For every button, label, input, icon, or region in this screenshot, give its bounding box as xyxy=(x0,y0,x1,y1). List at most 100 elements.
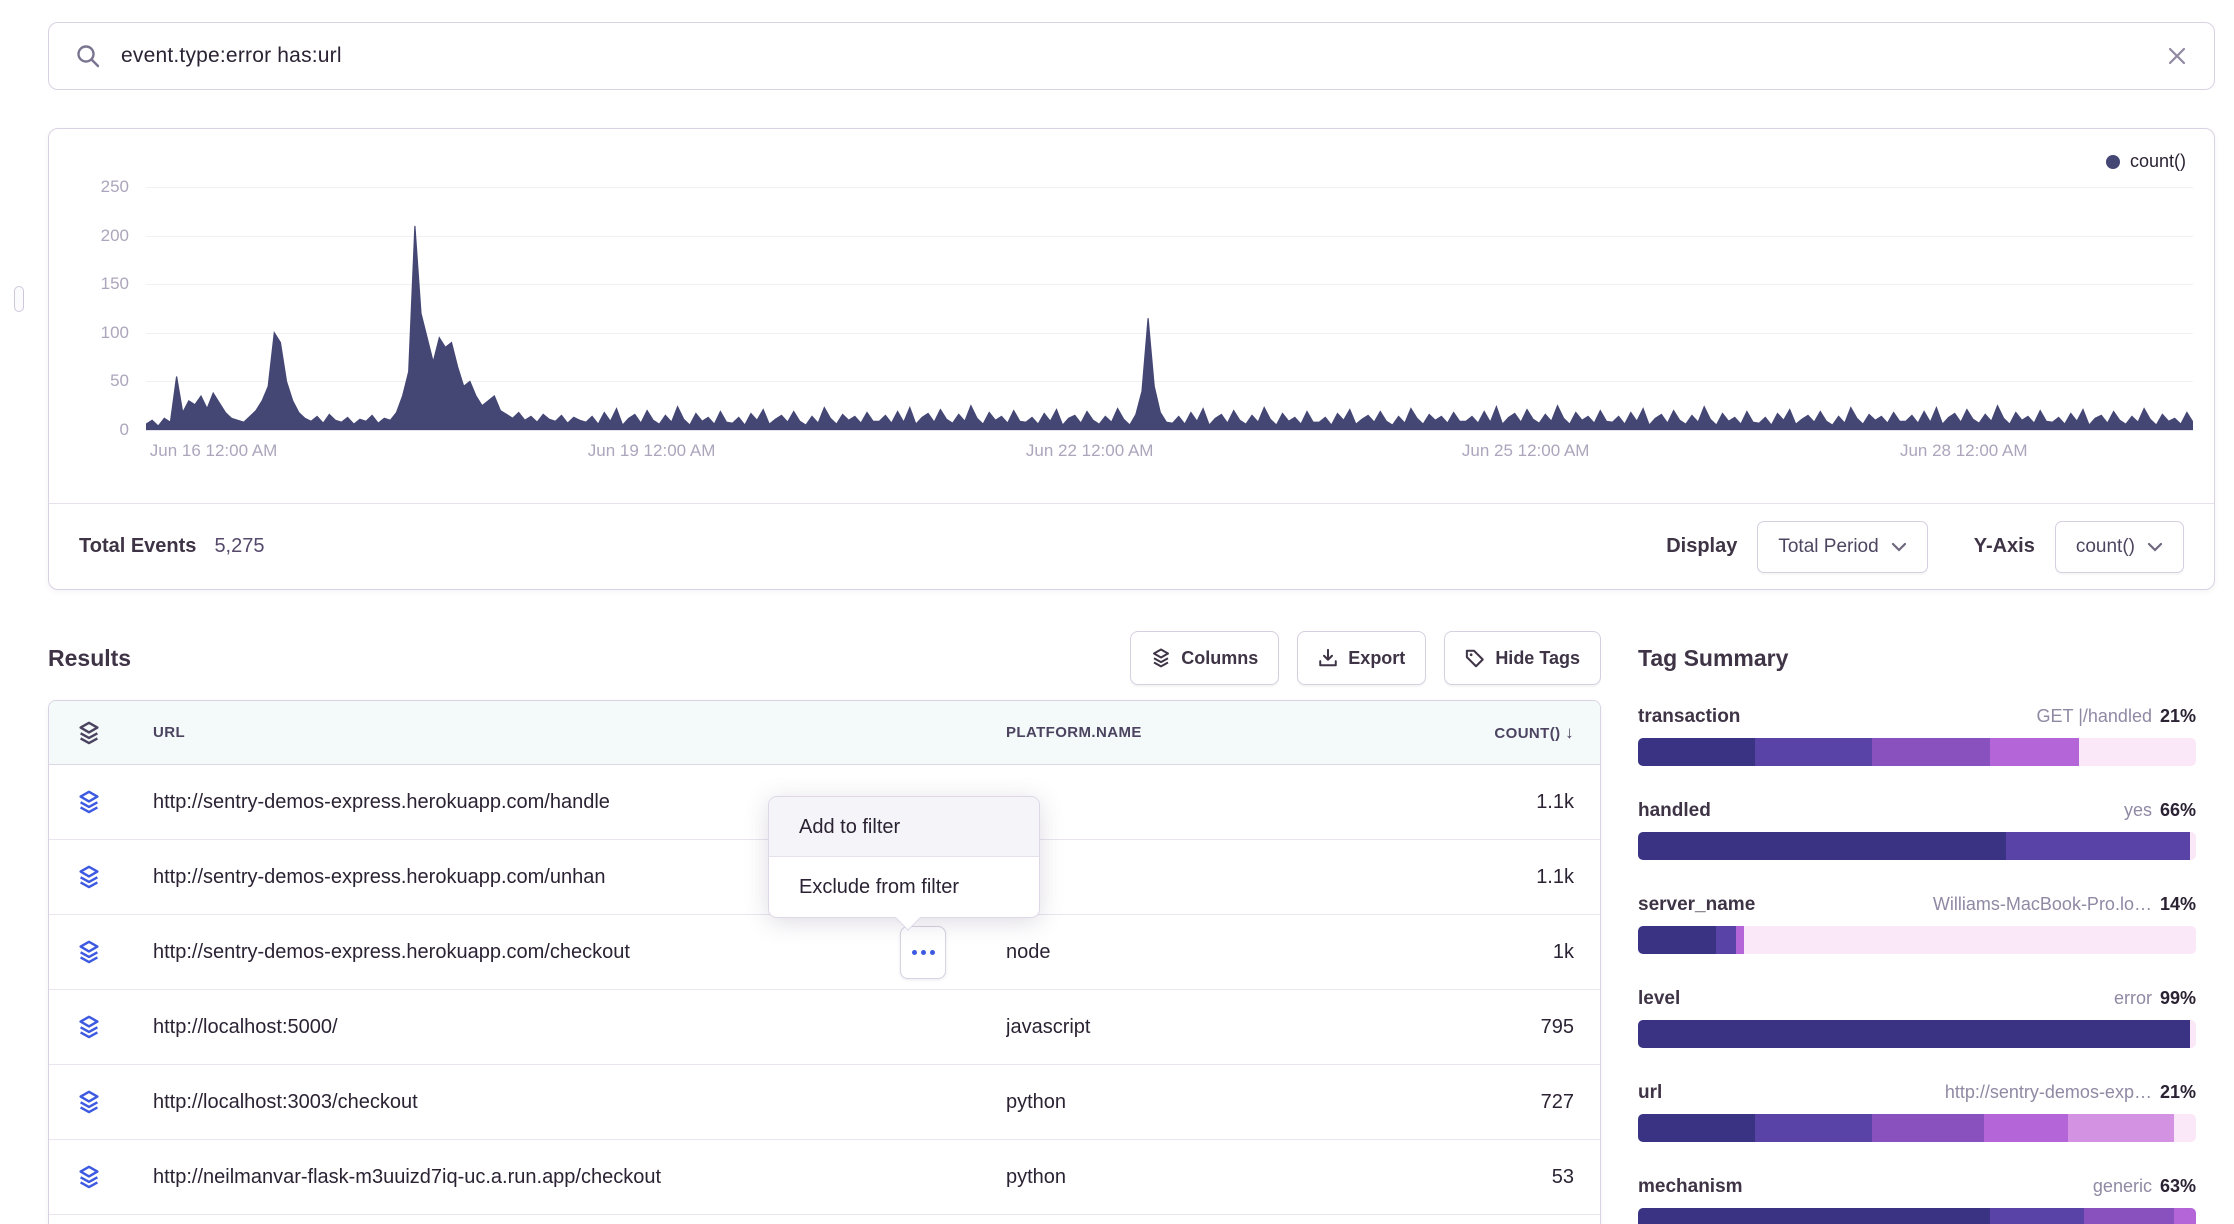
tag-distribution-bar[interactable] xyxy=(1638,1114,2196,1142)
display-select-value: Total Period xyxy=(1778,536,1878,558)
tag-bar-segment xyxy=(2190,832,2196,860)
row-platform-value: javascript xyxy=(1006,1016,1426,1039)
y-axis-tick-label: 0 xyxy=(49,419,129,441)
hide-tags-button[interactable]: Hide Tags xyxy=(1444,631,1601,685)
tag-bar-segment xyxy=(1872,738,1989,766)
row-platform-value: node xyxy=(1006,941,1426,964)
stack-icon[interactable] xyxy=(77,790,101,814)
table-header-row: URL PLATFORM.NAME COUNT() ↓ xyxy=(49,701,1600,765)
tag-row-url: url http://sentry-demos-exp…21% xyxy=(1638,1082,2196,1142)
events-area-chart[interactable]: 250200150100500Jun 16 12:00 AMJun 19 12:… xyxy=(49,129,2214,503)
tag-row-transaction: transaction GET |/handled21% xyxy=(1638,706,2196,766)
tag-bar-segment xyxy=(1638,832,2006,860)
row-url-link[interactable]: http://neilmanvar-flask-m3uuizd7iq-uc.a.… xyxy=(153,1166,1006,1189)
tag-name: mechanism xyxy=(1638,1176,1743,1198)
yaxis-label: Y-Axis xyxy=(1974,535,2035,558)
tag-row-server_name: server_name Williams-MacBook-Pro.lo…14% xyxy=(1638,894,2196,954)
table-row-partial xyxy=(49,1215,1600,1224)
tag-distribution-bar[interactable] xyxy=(1638,1208,2196,1224)
row-url-link[interactable]: http://localhost:3003/checkout xyxy=(153,1091,1006,1114)
tag-bar-segment xyxy=(1638,738,1755,766)
tag-top-value: yes xyxy=(2124,800,2152,820)
stack-icon[interactable] xyxy=(77,721,101,745)
tag-bar-segment xyxy=(2079,738,2196,766)
search-icon xyxy=(75,43,101,69)
panel-resize-handle[interactable] xyxy=(14,286,24,312)
tag-top-percent: 99% xyxy=(2160,988,2196,1008)
results-table: URL PLATFORM.NAME COUNT() ↓ http://sentr… xyxy=(48,700,1601,1224)
display-label: Display xyxy=(1666,535,1737,558)
table-row[interactable]: http://localhost:3003/checkout python 72… xyxy=(49,1065,1600,1140)
column-header-url[interactable]: URL xyxy=(153,724,1006,741)
tag-name: server_name xyxy=(1638,894,1755,916)
tag-distribution-bar[interactable] xyxy=(1638,738,2196,766)
search-input[interactable]: event.type:error has:url xyxy=(121,44,2166,68)
tag-top-value: http://sentry-demos-exp… xyxy=(1945,1082,2152,1102)
tag-name: transaction xyxy=(1638,706,1740,728)
tag-name: handled xyxy=(1638,800,1711,822)
tag-bar-segment xyxy=(2190,1020,2196,1048)
x-axis-tick-label: Jun 22 12:00 AM xyxy=(1026,441,1154,461)
tag-distribution-bar[interactable] xyxy=(1638,1020,2196,1048)
tag-row-level: level error99% xyxy=(1638,988,2196,1048)
row-actions-button[interactable] xyxy=(900,926,946,979)
tag-row-mechanism: mechanism generic 63% xyxy=(1638,1176,2196,1224)
chart-footer: Total Events 5,275 Display Total Period … xyxy=(49,503,2214,589)
tag-top-percent: 66% xyxy=(2160,800,2196,820)
discover-results-page: event.type:error has:url count() 250 200 1… xyxy=(0,0,2234,1224)
table-row[interactable]: http://neilmanvar-flask-m3uuizd7iq-uc.a.… xyxy=(49,1140,1600,1215)
table-row[interactable]: http://sentry-demos-express.herokuapp.co… xyxy=(49,915,1600,990)
columns-button[interactable]: Columns xyxy=(1130,631,1279,685)
tag-top-value: Williams-MacBook-Pro.lo… xyxy=(1933,894,2152,914)
tag-icon xyxy=(1465,648,1485,668)
x-axis-tick-label: Jun 28 12:00 AM xyxy=(1900,441,2028,461)
y-axis-tick-label: 200 xyxy=(49,225,129,247)
row-url-link[interactable]: http://sentry-demos-express.herokuapp.co… xyxy=(153,941,1006,964)
stack-icon[interactable] xyxy=(77,865,101,889)
row-count-value: 53 xyxy=(1426,1166,1600,1189)
column-header-platform[interactable]: PLATFORM.NAME xyxy=(1006,724,1426,741)
stack-icon[interactable] xyxy=(77,1015,101,1039)
row-count-value: 1k xyxy=(1426,941,1600,964)
stack-icon[interactable] xyxy=(77,1090,101,1114)
y-axis-tick-label: 250 xyxy=(49,176,129,198)
row-count-value: 727 xyxy=(1426,1091,1600,1114)
x-axis-tick-label: Jun 16 12:00 AM xyxy=(150,441,278,461)
tag-bar-segment xyxy=(1736,926,1744,954)
columns-button-label: Columns xyxy=(1181,648,1258,669)
stack-icon[interactable] xyxy=(77,1165,101,1189)
yaxis-select[interactable]: count() xyxy=(2055,521,2184,573)
chevron-down-icon xyxy=(1891,542,1907,552)
search-bar[interactable]: event.type:error has:url xyxy=(48,22,2215,90)
row-url-link[interactable]: http://localhost:5000/ xyxy=(153,1016,1006,1039)
tag-bar-segment xyxy=(1984,1114,2068,1142)
tag-bar-segment xyxy=(1872,1114,1984,1142)
total-events-label: Total Events xyxy=(79,535,196,558)
row-platform-value: python xyxy=(1006,1091,1426,1114)
stack-icon xyxy=(1151,648,1171,668)
tag-bar-segment xyxy=(1744,926,2196,954)
export-button[interactable]: Export xyxy=(1297,631,1426,685)
tag-bar-segment xyxy=(2068,1114,2174,1142)
column-header-count[interactable]: COUNT() ↓ xyxy=(1426,723,1600,743)
table-row[interactable]: http://localhost:5000/ javascript 795 xyxy=(49,990,1600,1065)
tag-distribution-bar[interactable] xyxy=(1638,832,2196,860)
y-axis-tick-label: 150 xyxy=(49,273,129,295)
results-header: Results Columns Export xyxy=(48,631,1601,685)
display-select[interactable]: Total Period xyxy=(1757,521,1927,573)
tag-bar-segment xyxy=(1755,1114,1872,1142)
clear-search-icon[interactable] xyxy=(2166,45,2188,67)
tag-top-percent: 63% xyxy=(2160,1176,2196,1196)
tag-bar-segment xyxy=(2174,1208,2196,1224)
tag-bar-segment xyxy=(1990,1208,2085,1224)
chevron-down-icon xyxy=(2147,542,2163,552)
tag-bar-segment xyxy=(1638,926,1716,954)
tag-bar-segment xyxy=(1755,738,1872,766)
tag-top-value: generic xyxy=(2093,1176,2152,1196)
tag-distribution-bar[interactable] xyxy=(1638,926,2196,954)
stack-icon[interactable] xyxy=(77,940,101,964)
menu-item-add-to-filter[interactable]: Add to filter xyxy=(769,797,1039,857)
yaxis-select-value: count() xyxy=(2076,536,2135,558)
tag-top-percent: 21% xyxy=(2160,706,2196,726)
count-series-area xyxy=(146,187,2193,430)
